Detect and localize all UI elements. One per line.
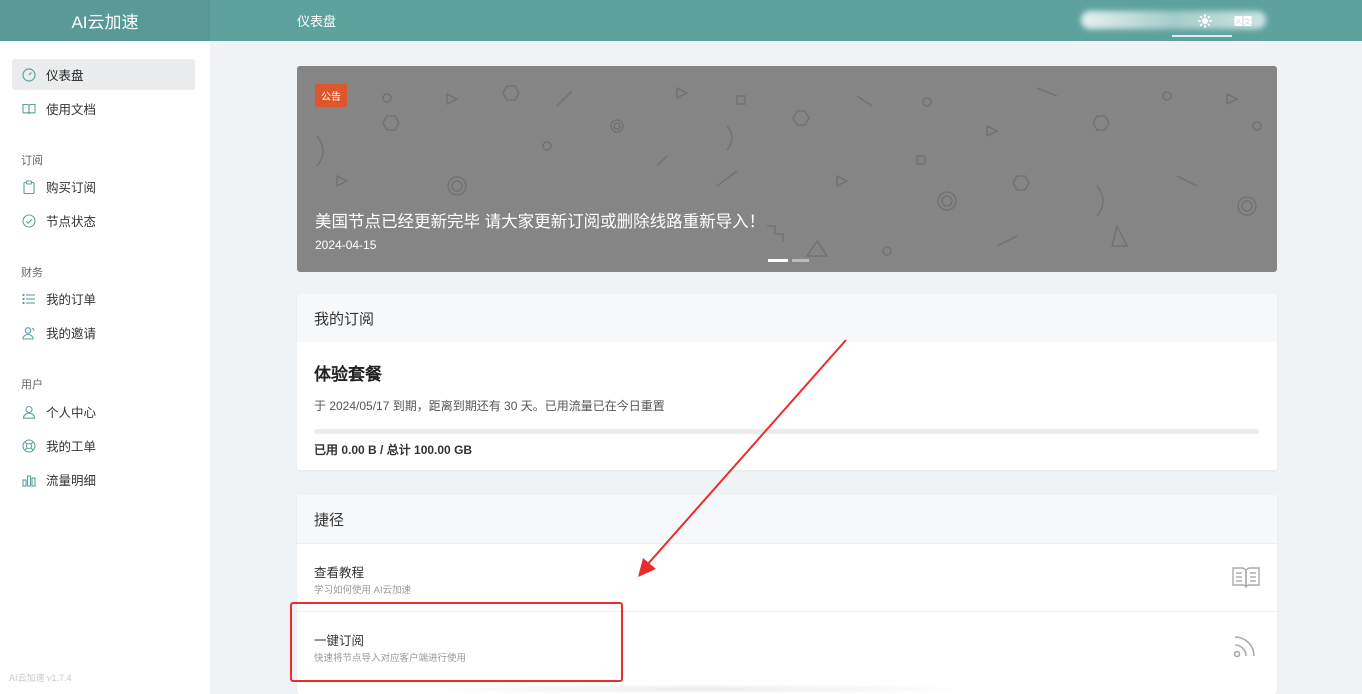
user-menu[interactable] — [1081, 11, 1266, 29]
section-title-finance: 财务 — [21, 267, 43, 279]
sidebar-item-profile[interactable]: 个人中心 — [12, 396, 195, 427]
sidebar-item-traffic-details[interactable]: 流量明细 — [12, 464, 195, 495]
annotation-highlight-box — [290, 602, 623, 682]
version-label: AI云加速 v1.7.4 — [9, 673, 72, 683]
book-icon — [21, 101, 36, 116]
rss-icon — [1233, 636, 1255, 658]
sidebar-item-label: 购买订阅 — [46, 181, 97, 195]
section-title-subscription: 订阅 — [21, 155, 43, 167]
shortcut-subtitle: 学习如何使用 AI云加速 — [314, 585, 412, 596]
sidebar-item-docs[interactable]: 使用文档 — [12, 93, 195, 124]
bottom-shadow — [420, 684, 980, 694]
subscription-card-title: 我的订阅 — [297, 294, 1277, 342]
sidebar-item-node-status[interactable]: 节点状态 — [12, 205, 195, 236]
notice-title: 美国节点已经更新完毕 请大家更新订阅或删除线路重新导入！ — [315, 213, 766, 231]
users-icon — [21, 325, 36, 340]
notice-banner[interactable]: 公告 美国节点已经更新完毕 请大家更新订阅或删除线路重新导入！ 2024-04-… — [297, 66, 1277, 272]
check-circle-icon — [21, 213, 36, 228]
support-icon — [21, 438, 36, 453]
section-title-user: 用户 — [21, 379, 43, 391]
shortcut-view-tutorial[interactable]: 查看教程 学习如何使用 AI云加速 — [297, 543, 1277, 611]
sidebar-item-label: 使用文档 — [46, 103, 97, 117]
top-bar: 仪表盘 A文 — [210, 0, 1362, 41]
notice-date: 2024-04-15 — [315, 238, 377, 252]
sidebar-item-label: 个人中心 — [46, 406, 97, 420]
user-icon — [21, 404, 36, 419]
sidebar-item-tickets[interactable]: 我的工单 — [12, 430, 195, 461]
sidebar-item-dashboard[interactable]: 仪表盘 — [12, 59, 195, 90]
brand-logo[interactable]: AI云加速 — [0, 0, 210, 41]
sidebar-item-label: 节点状态 — [46, 215, 97, 229]
user-menu-underline — [1172, 35, 1232, 37]
carousel-dot-active[interactable] — [768, 259, 788, 262]
notice-badge: 公告 — [315, 84, 347, 107]
usage-text: 已用 0.00 B / 总计 100.00 GB — [314, 443, 473, 457]
plan-name: 体验套餐 — [314, 365, 382, 384]
usage-progress-bar — [314, 429, 1259, 434]
sidebar: 仪表盘 使用文档 订阅 购买订阅 节点状态 财务 我的订单 我的邀请 用户 个人… — [0, 41, 210, 694]
shortcut-title: 查看教程 — [314, 566, 365, 580]
shortcuts-card-title: 捷径 — [297, 495, 1277, 543]
sidebar-item-label: 流量明细 — [46, 474, 97, 488]
bar-chart-icon — [21, 472, 36, 487]
banner-pattern — [316, 85, 1262, 257]
book-open-icon — [1232, 567, 1260, 588]
sidebar-item-label: 我的工单 — [46, 440, 97, 454]
sidebar-item-label: 我的订单 — [46, 293, 97, 307]
sidebar-item-my-orders[interactable]: 我的订单 — [12, 283, 195, 314]
page-title: 仪表盘 — [297, 14, 337, 29]
sidebar-item-label: 我的邀请 — [46, 327, 97, 341]
list-icon — [21, 291, 36, 306]
carousel-indicators — [768, 259, 809, 262]
sidebar-item-my-invites[interactable]: 我的邀请 — [12, 317, 195, 348]
subscription-card: 我的订阅 体验套餐 于 2024/05/17 到期，距离到期还有 30 天。已用… — [297, 294, 1277, 470]
plan-expiry-text: 于 2024/05/17 到期，距离到期还有 30 天。已用流量已在今日重置 — [314, 399, 665, 413]
carousel-dot[interactable] — [792, 259, 809, 262]
dashboard-icon — [21, 67, 36, 82]
sidebar-item-label: 仪表盘 — [46, 69, 84, 83]
sidebar-item-buy-subscription[interactable]: 购买订阅 — [12, 171, 195, 202]
clipboard-icon — [21, 179, 36, 194]
